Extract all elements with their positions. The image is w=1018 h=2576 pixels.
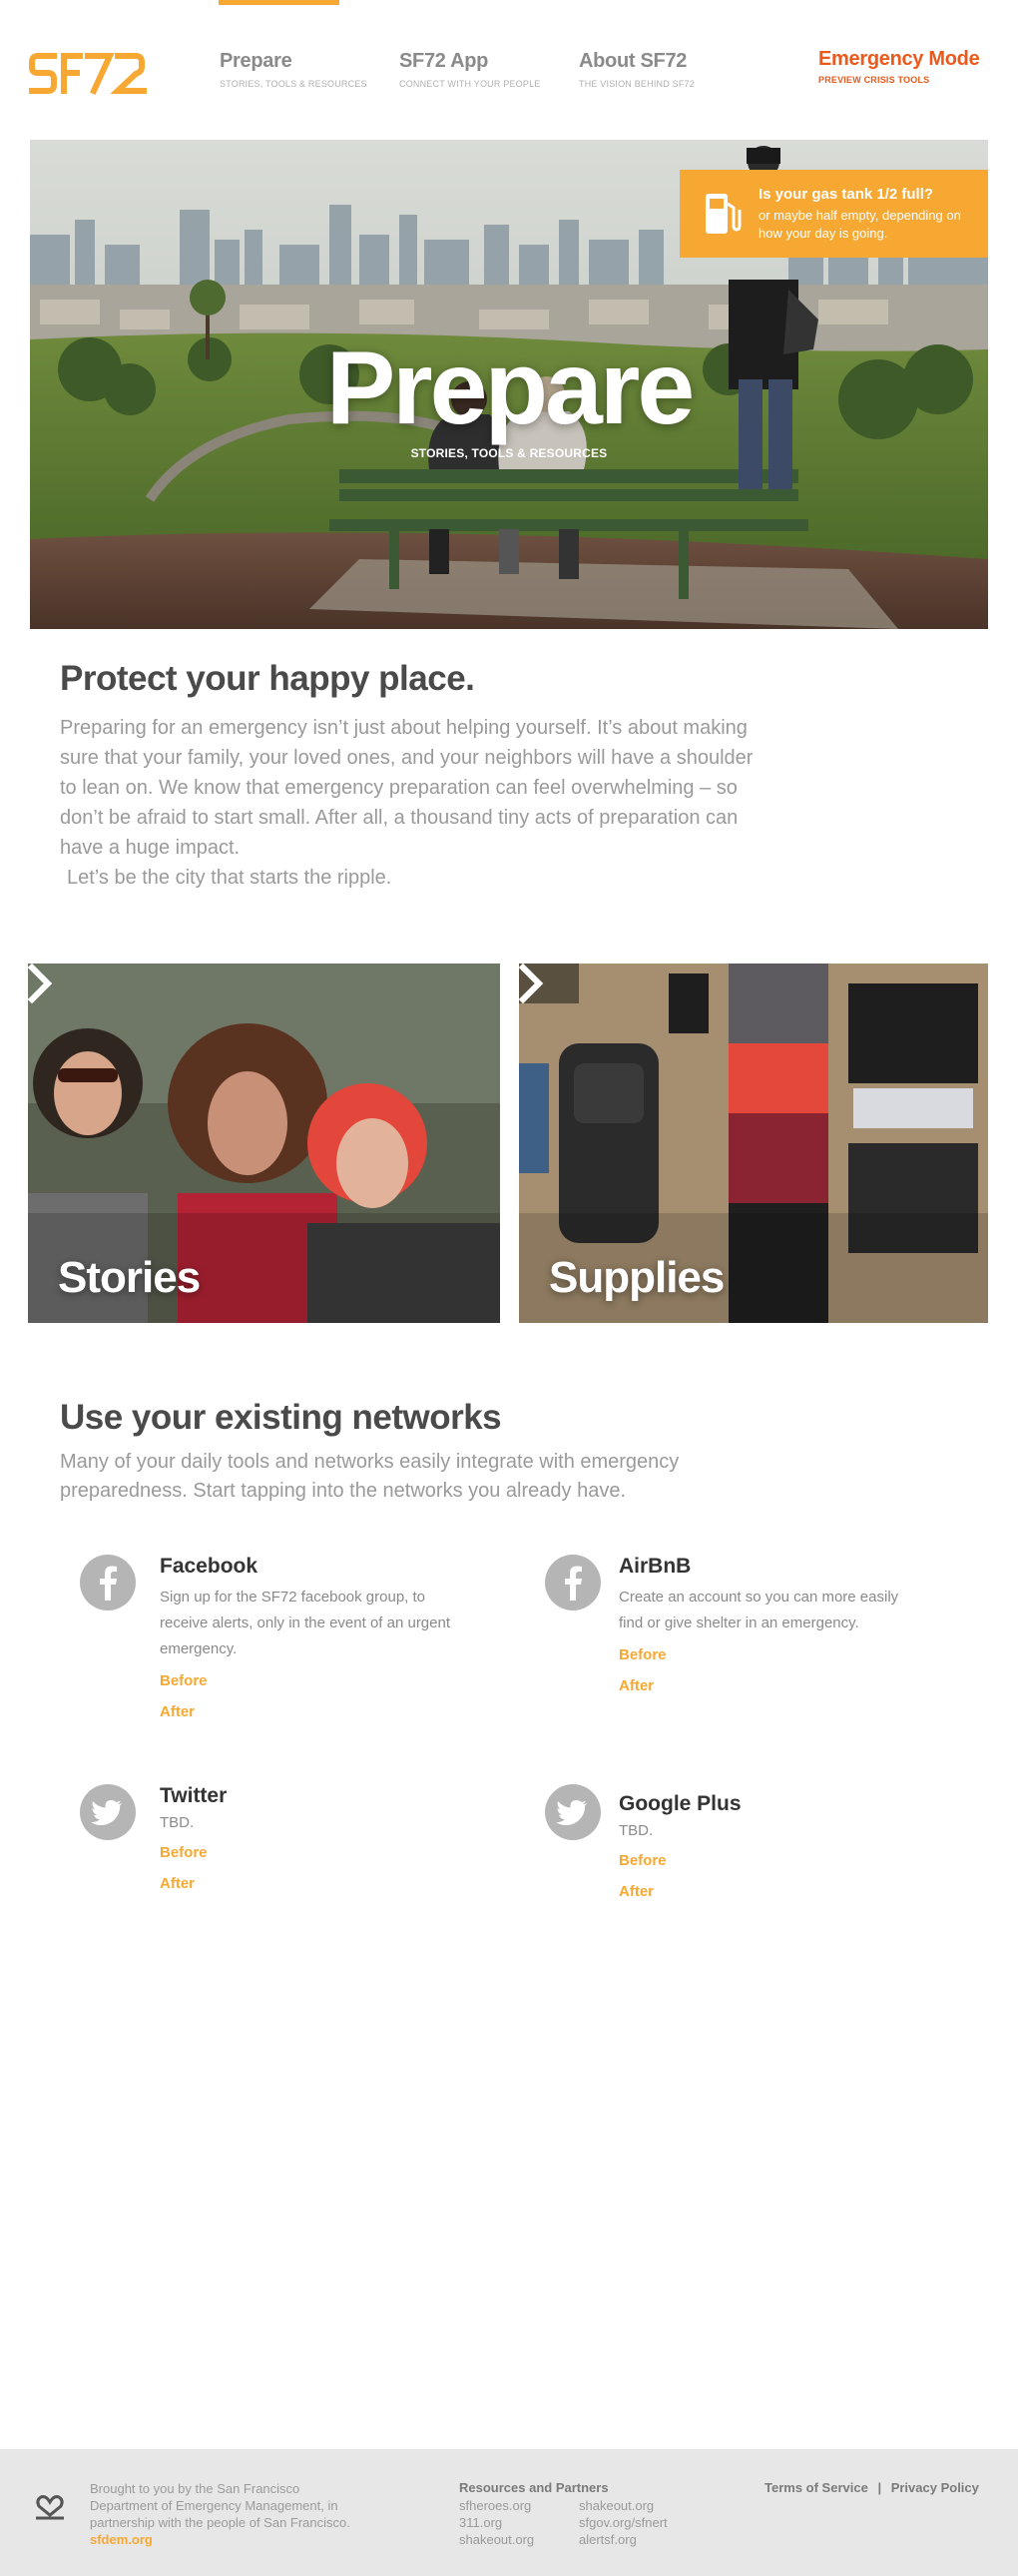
gas-tank-tip-card[interactable]: Is your gas tank 1/2 full? or maybe half…: [680, 170, 988, 258]
footer-credit: Brought to you by the San Francisco Depa…: [90, 2480, 369, 2548]
footer-resources-title: Resources and Partners: [459, 2480, 609, 2495]
google-plus-title: Google Plus: [619, 1792, 742, 1815]
footer-resources-col1: sfheroes.org 311.org shakeout.org: [459, 2497, 534, 2548]
site-header: Prepare STORIES, TOOLS & RESOURCES SF72 …: [0, 0, 1018, 120]
nav-prepare-title: Prepare: [220, 50, 292, 72]
airbnb-desc: Create an account so you can more easily…: [619, 1589, 899, 1631]
facebook-desc: Sign up for the SF72 facebook group, to …: [160, 1589, 451, 1657]
twitter-desc: TBD.: [160, 1814, 195, 1831]
hero-subtitle: STORIES, TOOLS & RESOURCES: [410, 446, 608, 460]
chevron-right-icon: [519, 964, 544, 1003]
heart-hands-icon: [36, 2495, 64, 2520]
supplies-tile[interactable]: Supplies: [519, 964, 988, 1323]
hero-title: Prepare: [325, 330, 695, 446]
intro-section: Protect your happy place. Preparing for …: [60, 659, 759, 889]
intro-ripple-text: Let’s be the city that starts the ripple…: [67, 867, 392, 889]
footer-resource-link[interactable]: shakeout.org: [459, 2531, 534, 2548]
intro-heading: Protect your happy place.: [60, 659, 475, 698]
nav-sf72-app[interactable]: SF72 App CONNECT WITH YOUR PEOPLE: [399, 50, 541, 89]
nav-prepare-subtitle: STORIES, TOOLS & RESOURCES: [220, 79, 367, 89]
nav-app-title: SF72 App: [399, 50, 489, 72]
google-plus-desc: TBD.: [619, 1822, 654, 1839]
emergency-mode-subtitle: PREVIEW CRISIS TOOLS: [818, 75, 930, 85]
nav-about-subtitle: THE VISION BEHIND SF72: [579, 79, 695, 89]
footer-legal: Terms of Service | Privacy Policy: [764, 2480, 979, 2495]
twitter-icon[interactable]: [545, 1784, 601, 1840]
airbnb-before-link[interactable]: Before: [619, 1646, 918, 1663]
footer-resource-link[interactable]: alertsf.org: [579, 2531, 668, 2548]
footer-resource-link[interactable]: sfheroes.org: [459, 2497, 534, 2514]
networks-section: Use your existing networks Many of your …: [60, 1398, 958, 1506]
airbnb-title: AirBnB: [619, 1555, 692, 1578]
facebook-title: Facebook: [160, 1555, 258, 1578]
footer-resource-link[interactable]: sfgov.org/sfnert: [579, 2514, 668, 2531]
twitter-bird-glyph: [556, 1800, 587, 1825]
hero-banner: Prepare STORIES, TOOLS & RESOURCES Is yo…: [30, 140, 988, 629]
facebook-icon[interactable]: [545, 1555, 601, 1610]
emergency-mode-title: Emergency Mode: [818, 48, 980, 70]
facebook-glyph: [100, 1566, 117, 1601]
privacy-policy-link[interactable]: Privacy Policy: [891, 2480, 979, 2495]
gas-card-text: or maybe half empty, depending on how yo…: [759, 208, 961, 241]
nav-about[interactable]: About SF72 THE VISION BEHIND SF72: [579, 50, 695, 89]
nav-emergency-mode[interactable]: Emergency Mode PREVIEW CRISIS TOOLS: [818, 48, 980, 85]
site-footer: Brought to you by the San Francisco Depa…: [0, 2449, 1018, 2576]
gas-pump-icon: [706, 194, 742, 234]
stories-tile[interactable]: Stories: [28, 964, 500, 1323]
footer-resources-col2: shakeout.org sfgov.org/sfnert alertsf.or…: [579, 2497, 668, 2548]
networks-lead: Many of your daily tools and networks ea…: [60, 1451, 680, 1502]
nav-prepare[interactable]: Prepare STORIES, TOOLS & RESOURCES: [220, 50, 367, 89]
footer-resource-link[interactable]: 311.org: [459, 2514, 534, 2531]
airbnb-body: AirBnB Create an account so you can more…: [619, 1555, 918, 1694]
nav-about-title: About SF72: [579, 50, 688, 72]
twitter-body: Twitter TBD. Before After: [160, 1784, 459, 1892]
chevron-right-icon: [28, 964, 53, 1003]
twitter-title: Twitter: [160, 1784, 228, 1807]
sf72-logo[interactable]: [28, 48, 148, 98]
twitter-icon[interactable]: [80, 1784, 136, 1840]
airbnb-after-link[interactable]: After: [619, 1677, 918, 1694]
networks-heading: Use your existing networks: [60, 1398, 502, 1437]
facebook-before-link[interactable]: Before: [160, 1672, 459, 1689]
google-plus-before-link[interactable]: Before: [619, 1852, 918, 1869]
facebook-icon[interactable]: [80, 1555, 136, 1610]
facebook-after-link[interactable]: After: [160, 1703, 459, 1720]
facebook-glyph: [565, 1566, 582, 1601]
footer-credit-text: Brought to you by the San Francisco Depa…: [90, 2481, 350, 2530]
footer-separator: |: [877, 2480, 882, 2495]
twitter-bird-glyph: [91, 1800, 122, 1825]
google-plus-after-link[interactable]: After: [619, 1883, 918, 1900]
google-plus-body: Google Plus TBD. Before After: [619, 1792, 918, 1900]
footer-resource-link[interactable]: shakeout.org: [579, 2497, 668, 2514]
supplies-tile-label: Supplies: [549, 1253, 725, 1302]
gas-card-title: Is your gas tank 1/2 full?: [759, 186, 934, 203]
footer-sfdem-link[interactable]: sfdem.org: [90, 2532, 153, 2547]
terms-of-service-link[interactable]: Terms of Service: [764, 2480, 868, 2495]
twitter-after-link[interactable]: After: [160, 1875, 459, 1892]
intro-body: Preparing for an emergency isn’t just ab…: [60, 717, 754, 859]
facebook-body: Facebook Sign up for the SF72 facebook g…: [160, 1555, 459, 1720]
active-nav-indicator: [219, 0, 339, 5]
stories-tile-label: Stories: [58, 1253, 201, 1302]
nav-app-subtitle: CONNECT WITH YOUR PEOPLE: [399, 79, 541, 89]
twitter-before-link[interactable]: Before: [160, 1844, 459, 1861]
